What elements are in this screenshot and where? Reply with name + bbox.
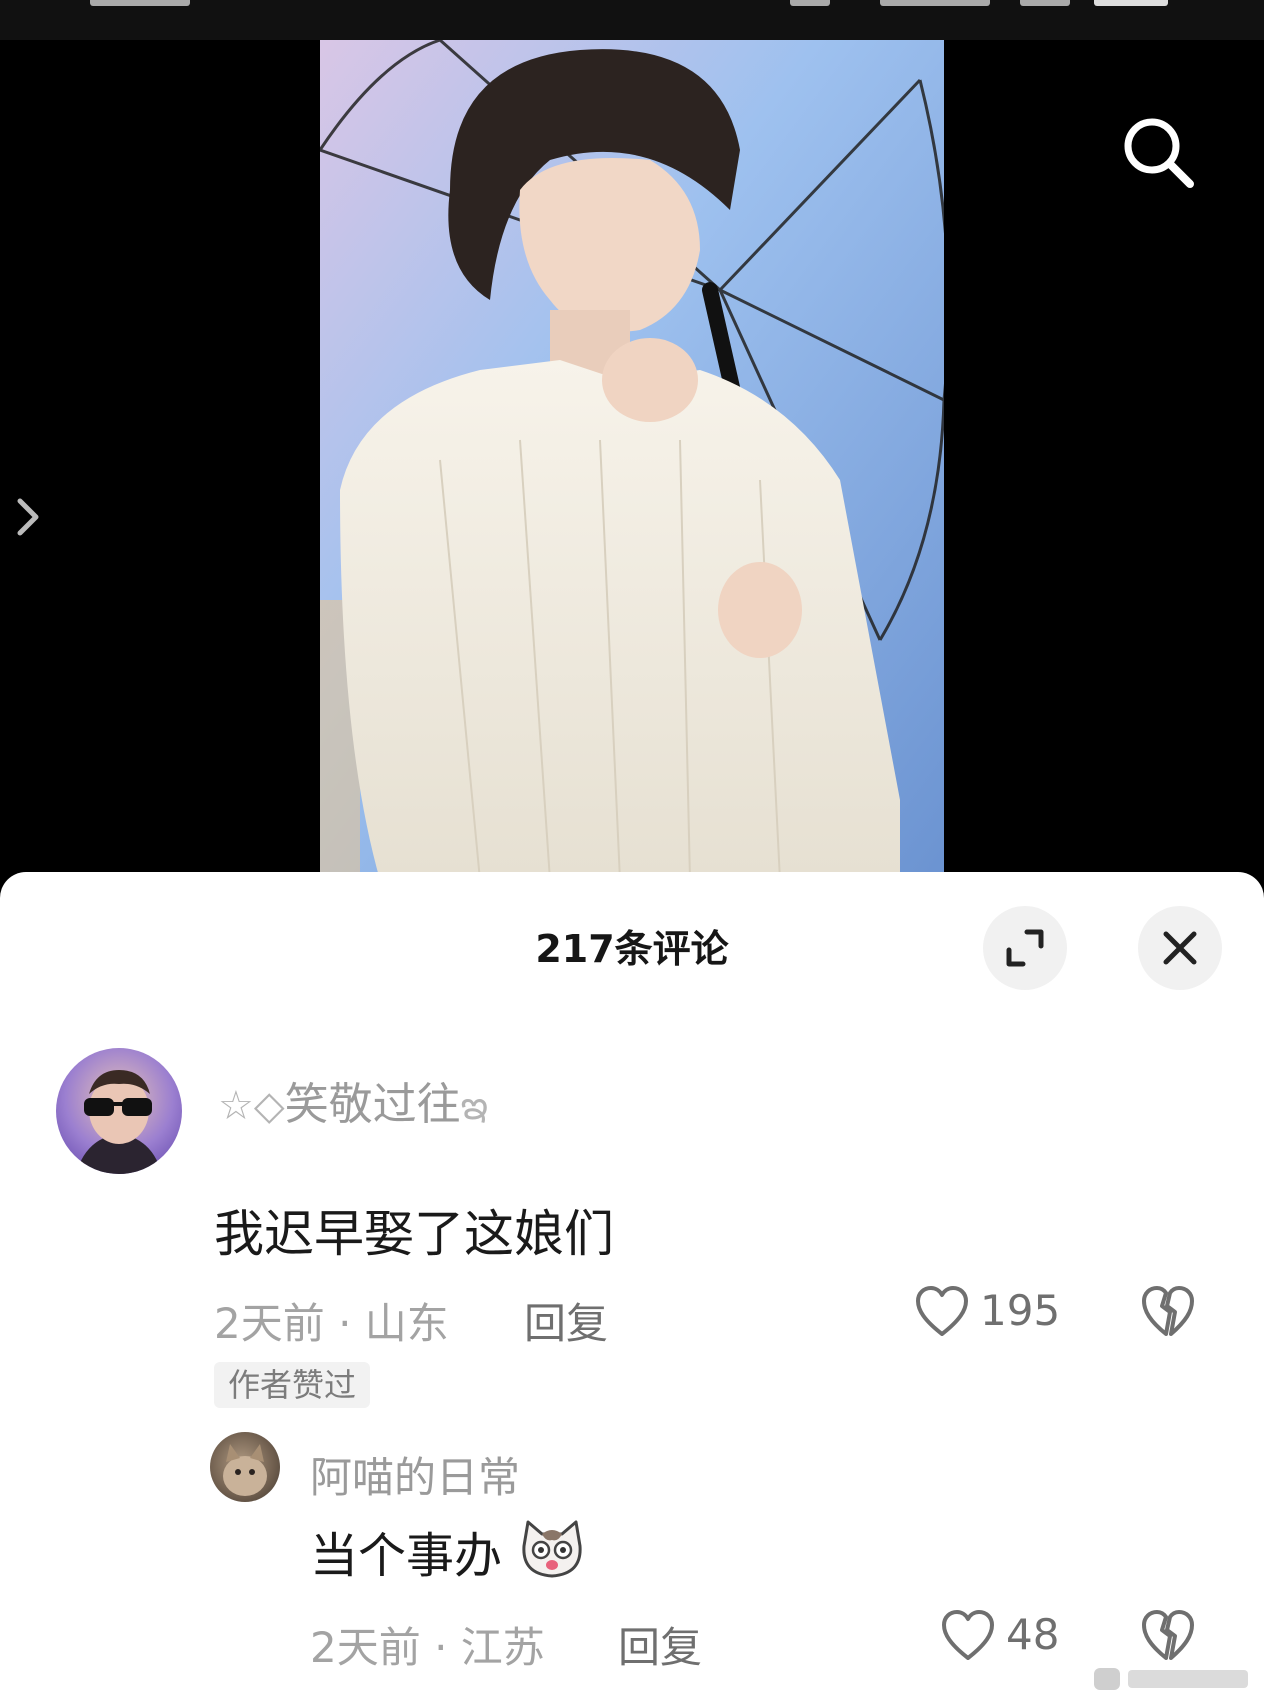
expand-icon: [1006, 929, 1044, 967]
close-icon: [1163, 931, 1197, 965]
reply-avatar[interactable]: [210, 1432, 280, 1502]
signal-icon-2: [1020, 0, 1070, 6]
reply-dislike-button[interactable]: [1140, 1608, 1200, 1666]
reply-time: 2天前: [310, 1623, 421, 1672]
comment-text: 我迟早娶了这娘们: [214, 1205, 614, 1263]
comment-meta: 2天前 · 山东: [214, 1290, 449, 1351]
watermark-logo: [1094, 1668, 1248, 1690]
reply-text: 当个事办: [310, 1528, 503, 1584]
meta-separator: ·: [338, 1299, 365, 1348]
battery-icon: [1094, 0, 1168, 6]
reply-like-count: 48: [1006, 1610, 1060, 1659]
signal-icon: [880, 0, 990, 6]
expand-button[interactable]: [983, 906, 1067, 990]
search-button[interactable]: [1118, 112, 1198, 192]
status-bar: [0, 0, 1264, 40]
like-button[interactable]: 195: [914, 1282, 1074, 1342]
username-decoration-suffix: ఇ: [460, 1083, 489, 1129]
username-decoration-prefix: ☆◇: [218, 1083, 285, 1129]
broken-heart-icon: [1142, 1610, 1194, 1660]
reply-meta: 2天前 · 江苏: [310, 1614, 545, 1675]
reply-to-reply-button[interactable]: 回复: [618, 1614, 702, 1675]
comment-location: 山东: [364, 1299, 449, 1348]
dislike-button[interactable]: [1140, 1284, 1200, 1342]
reply-location: 江苏: [460, 1623, 545, 1672]
username-text: 笑敬过往: [284, 1079, 461, 1130]
status-clock-fragment: [90, 0, 190, 6]
avatar[interactable]: [56, 1048, 182, 1174]
author-liked-badge: 作者赞过: [214, 1362, 371, 1408]
comment-username[interactable]: ☆◇笑敬过往ఇ: [218, 1068, 488, 1139]
heart-icon: [942, 1610, 994, 1660]
video-image: [320, 40, 944, 880]
video-frame[interactable]: [320, 40, 944, 880]
chevron-right-icon: [17, 498, 39, 536]
avatar-image: [76, 1070, 162, 1174]
comments-sheet: 217条评论 ☆◇笑敬过往ఇ 我迟早娶了这娘们 2天前 · 山东 回复 195 …: [0, 872, 1264, 1706]
network-speed-fragment: [790, 0, 830, 6]
reply-like-button[interactable]: 48: [940, 1606, 1070, 1666]
reply-username[interactable]: 阿喵的日常: [310, 1444, 520, 1505]
comment-time: 2天前: [214, 1299, 325, 1348]
reply-button[interactable]: 回复: [524, 1290, 608, 1351]
side-panel-toggle[interactable]: [10, 495, 50, 539]
comments-count-title: 217条评论: [535, 927, 729, 971]
close-button[interactable]: [1138, 906, 1222, 990]
video-player[interactable]: [0, 40, 1264, 880]
meta-separator: ·: [434, 1623, 461, 1672]
broken-heart-icon: [1142, 1286, 1194, 1336]
avatar-image: [223, 1444, 267, 1496]
search-icon: [1124, 118, 1194, 188]
heart-icon: [916, 1286, 968, 1336]
like-count: 195: [980, 1286, 1061, 1335]
cat-face-emoji-icon: [522, 1520, 582, 1578]
